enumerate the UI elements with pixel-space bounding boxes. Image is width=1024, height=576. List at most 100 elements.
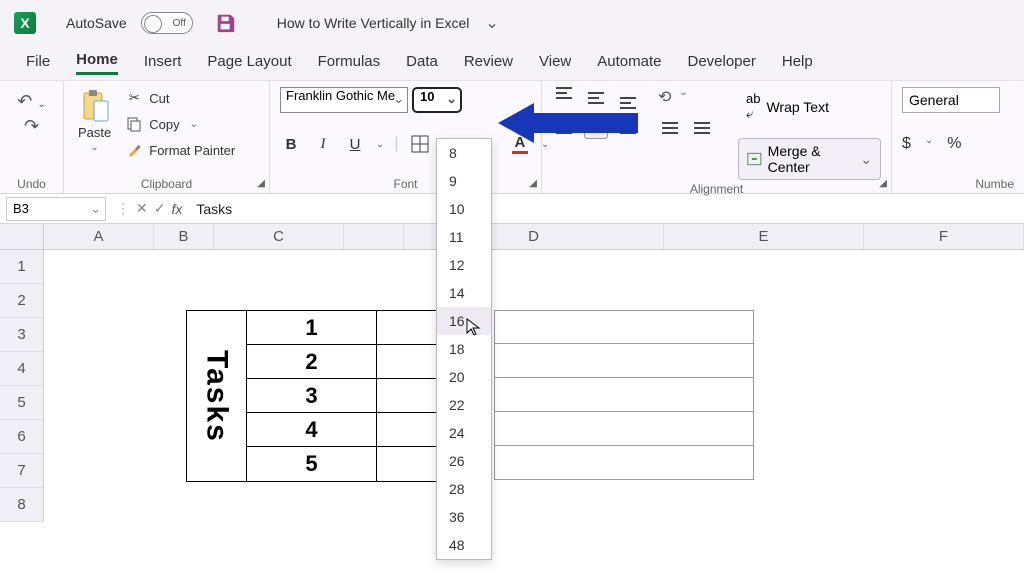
formula-input[interactable]: Tasks — [186, 201, 1024, 217]
size-option[interactable]: 28 — [437, 475, 491, 503]
underline-button[interactable]: U — [344, 133, 366, 155]
alignment-dialog-launcher[interactable]: ◢ — [879, 178, 887, 189]
tab-automate[interactable]: Automate — [597, 53, 661, 74]
col-header[interactable]: B — [154, 224, 214, 249]
size-option[interactable]: 48 — [437, 531, 491, 559]
col-header[interactable]: F — [864, 224, 1024, 249]
row-header[interactable]: 4 — [0, 352, 44, 386]
group-title-number: Numbe — [902, 175, 1014, 191]
currency-button[interactable]: $ — [902, 135, 911, 153]
menu-bar: File Home Insert Page Layout Formulas Da… — [0, 46, 1024, 80]
tasks-vertical-text: Tasks — [200, 350, 234, 443]
task-number-cell[interactable]: 2 — [247, 345, 377, 379]
font-name-select[interactable]: Franklin Gothic Me — [280, 87, 408, 113]
copy-icon — [125, 115, 143, 133]
italic-button[interactable]: I — [312, 133, 334, 155]
paste-button[interactable]: Paste ⌄ — [74, 87, 115, 155]
size-option[interactable]: 9 — [437, 167, 491, 195]
size-option[interactable]: 8 — [437, 139, 491, 167]
empty-cell[interactable] — [494, 412, 754, 446]
row-header[interactable]: 8 — [0, 488, 44, 522]
tab-formulas[interactable]: Formulas — [318, 53, 381, 74]
row-header[interactable]: 2 — [0, 284, 44, 318]
format-painter-label: Format Painter — [149, 143, 235, 158]
copy-label: Copy — [149, 117, 179, 132]
empty-cell[interactable] — [377, 311, 437, 345]
row-header[interactable]: 6 — [0, 420, 44, 454]
mouse-cursor-icon — [465, 317, 485, 337]
empty-cell[interactable] — [377, 413, 437, 447]
format-painter-button[interactable]: Format Painter — [125, 139, 235, 161]
accept-formula-button[interactable]: ✓ — [154, 200, 166, 217]
size-option[interactable]: 14 — [437, 279, 491, 307]
tab-page-layout[interactable]: Page Layout — [207, 53, 291, 74]
tab-file[interactable]: File — [26, 53, 50, 74]
tab-review[interactable]: Review — [464, 53, 513, 74]
autosave-toggle[interactable]: Off — [141, 12, 193, 34]
col-header[interactable]: C — [214, 224, 344, 249]
size-option[interactable]: 20 — [437, 363, 491, 391]
font-size-dropdown[interactable]: 8 9 10 11 12 14 16 18 20 22 24 26 28 36 … — [436, 138, 492, 560]
autosave-label: AutoSave — [66, 15, 127, 31]
empty-cell[interactable] — [377, 447, 437, 481]
size-option[interactable]: 36 — [437, 503, 491, 531]
tab-help[interactable]: Help — [782, 53, 813, 74]
borders-button[interactable] — [409, 133, 431, 155]
bold-button[interactable]: B — [280, 133, 302, 155]
tab-developer[interactable]: Developer — [687, 53, 755, 74]
tab-data[interactable]: Data — [406, 53, 438, 74]
undo-button[interactable]: ↶ ⌄ — [17, 91, 45, 112]
number-format-select[interactable]: General — [902, 87, 1000, 113]
redo-button[interactable]: ↷ — [24, 116, 39, 137]
title-bar: AutoSave Off How to Write Vertically in … — [0, 0, 1024, 46]
row-header[interactable]: 5 — [0, 386, 44, 420]
tab-view[interactable]: View — [539, 53, 571, 74]
tab-insert[interactable]: Insert — [144, 53, 182, 74]
size-option[interactable]: 10 — [437, 195, 491, 223]
paintbrush-icon — [125, 141, 143, 159]
size-option[interactable]: 22 — [437, 391, 491, 419]
task-number-cell[interactable]: 3 — [247, 379, 377, 413]
col-header[interactable] — [344, 224, 404, 249]
task-number-cell[interactable]: 4 — [247, 413, 377, 447]
row-header[interactable]: 1 — [0, 250, 44, 284]
decrease-indent-button[interactable] — [658, 117, 682, 139]
task-number-cell[interactable]: 5 — [247, 447, 377, 481]
col-header[interactable]: A — [44, 224, 154, 249]
name-box[interactable]: B3 — [6, 197, 106, 221]
font-size-select[interactable]: 10 — [412, 87, 462, 113]
spreadsheet-grid[interactable]: A B C D E F 1 2 3 4 5 6 7 8 Tasks — [0, 224, 1024, 576]
clipboard-dialog-launcher[interactable]: ◢ — [257, 178, 265, 189]
save-icon[interactable] — [215, 12, 237, 34]
empty-cell[interactable] — [494, 378, 754, 412]
col-header[interactable]: E — [664, 224, 864, 249]
size-option[interactable]: 11 — [437, 223, 491, 251]
row-header[interactable]: 3 — [0, 318, 44, 352]
row-header[interactable]: 7 — [0, 454, 44, 488]
increase-indent-button[interactable] — [690, 117, 714, 139]
empty-cell[interactable] — [494, 446, 754, 480]
size-option[interactable]: 24 — [437, 419, 491, 447]
title-chevron-icon[interactable]: ⌄ — [485, 13, 498, 33]
fx-button[interactable]: fx — [171, 201, 182, 217]
empty-cell[interactable] — [377, 379, 437, 413]
tasks-label-cell[interactable]: Tasks — [187, 311, 247, 481]
orientation-button[interactable]: ⟲ — [658, 87, 671, 109]
cancel-formula-button[interactable]: ✕ — [136, 200, 148, 217]
percent-button[interactable]: % — [947, 135, 961, 153]
empty-cell[interactable] — [494, 310, 754, 344]
size-option[interactable]: 12 — [437, 251, 491, 279]
copy-button[interactable]: Copy⌄ — [125, 113, 235, 135]
merge-center-button[interactable]: Merge & Center⌄ — [738, 138, 881, 180]
tab-home[interactable]: Home — [76, 51, 118, 75]
font-dialog-launcher[interactable]: ◢ — [529, 178, 537, 189]
empty-cell[interactable] — [494, 344, 754, 378]
cut-button[interactable]: ✂Cut — [125, 87, 235, 109]
empty-cell[interactable] — [377, 345, 437, 379]
size-option[interactable]: 18 — [437, 335, 491, 363]
document-title[interactable]: How to Write Vertically in Excel — [277, 15, 470, 31]
task-number-cell[interactable]: 1 — [247, 311, 377, 345]
select-all-corner[interactable] — [0, 224, 44, 249]
size-option[interactable]: 26 — [437, 447, 491, 475]
wrap-text-button[interactable]: ab⤶Wrap Text — [738, 87, 881, 126]
